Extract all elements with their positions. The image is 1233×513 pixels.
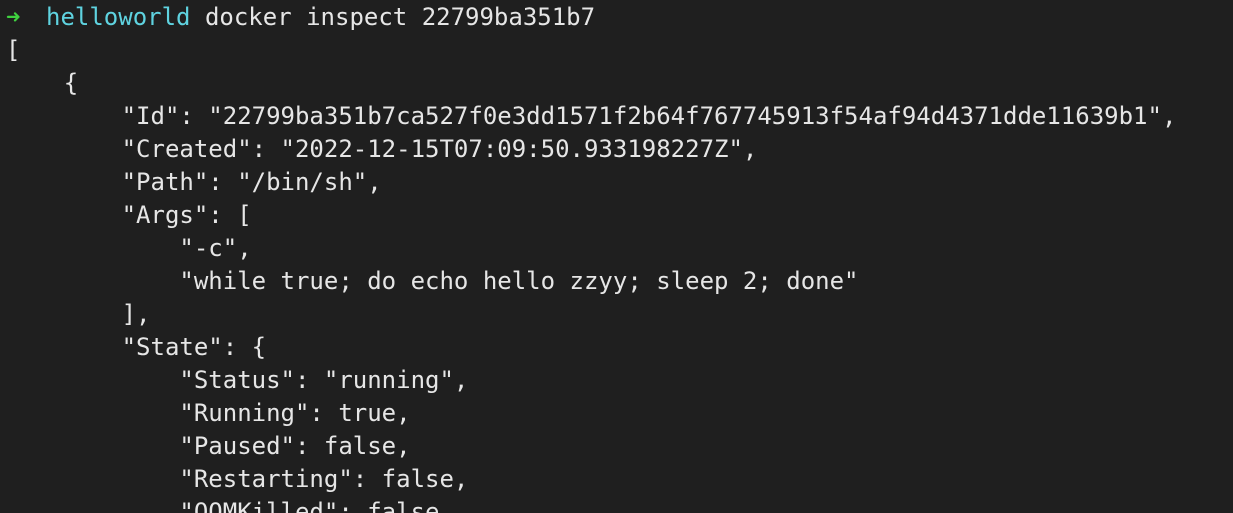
output-line: "Restarting": false, [6, 465, 469, 493]
output-line: "Args": [ [6, 201, 252, 229]
output-line: { [6, 69, 79, 97]
prompt-line: ➜ helloworld docker inspect 22799ba351b7 [0, 1, 1233, 34]
output-line: ], [6, 300, 151, 328]
output-line: "while true; do echo hello zzyy; sleep 2… [6, 267, 859, 295]
output-line: [ [6, 36, 21, 64]
prompt-command: docker inspect 22799ba351b7 [190, 3, 596, 31]
output-line: "Paused": false, [6, 432, 411, 460]
output-line: "Created": "2022-12-15T07:09:50.93319822… [6, 135, 758, 163]
output-line: "-c", [6, 234, 252, 262]
prompt-arrow-icon: ➜ [6, 3, 21, 31]
output-line: "Running": true, [6, 399, 411, 427]
output-line: "Status": "running", [6, 366, 469, 394]
output-line: "State": { [6, 333, 267, 361]
output-line: "Id": "22799ba351b7ca527f0e3dd1571f2b64f… [6, 102, 1177, 130]
output-line: "Path": "/bin/sh", [6, 168, 382, 196]
terminal-window[interactable]: ➜ helloworld docker inspect 22799ba351b7 … [0, 0, 1233, 513]
output-line: "OOMKilled": false, [6, 498, 454, 513]
prompt-cwd: helloworld [46, 3, 191, 31]
